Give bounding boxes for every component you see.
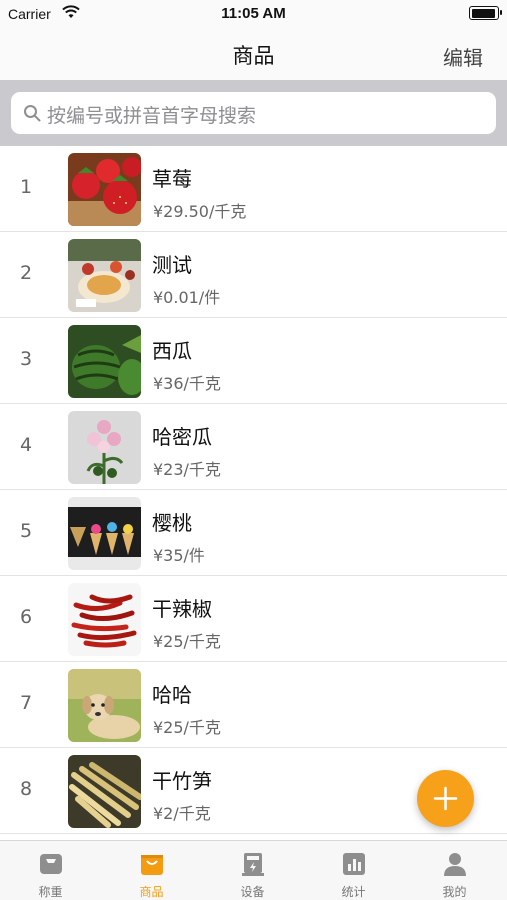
tab-label: 商品 bbox=[139, 885, 164, 899]
bag-icon bbox=[141, 855, 163, 875]
tab-label: 我的 bbox=[442, 885, 467, 899]
navigation-bar: 商品 编辑 bbox=[0, 28, 507, 80]
product-index: 3 bbox=[19, 348, 33, 370]
product-name: 干辣椒 bbox=[152, 597, 212, 621]
product-price: ¥36/千克 bbox=[153, 374, 221, 393]
tab-statistics[interactable]: 统计 bbox=[303, 841, 404, 900]
product-name: 西瓜 bbox=[152, 339, 192, 363]
product-index: 4 bbox=[19, 434, 33, 456]
product-index: 1 bbox=[19, 176, 33, 198]
add-product-button[interactable] bbox=[417, 770, 474, 827]
product-name: 干竹笋 bbox=[152, 769, 212, 793]
product-price: ¥25/千克 bbox=[153, 632, 221, 651]
product-row[interactable]: 6 干辣椒 ¥25/千克 bbox=[0, 576, 507, 662]
product-price: ¥25/千克 bbox=[153, 718, 221, 737]
product-image-dog bbox=[68, 669, 141, 742]
device-icon bbox=[242, 853, 264, 876]
product-row[interactable]: 5 樱桃 ¥35/件 bbox=[0, 490, 507, 576]
product-row[interactable]: 3 西瓜 ¥36/千克 bbox=[0, 318, 507, 404]
product-name: 哈密瓜 bbox=[152, 425, 212, 449]
product-price: ¥23/千克 bbox=[153, 460, 221, 479]
person-icon bbox=[444, 853, 466, 876]
search-area: 按编号或拼音首字母搜索 bbox=[0, 80, 507, 146]
page-title: 商品 bbox=[232, 44, 275, 68]
product-row[interactable]: 4 哈密瓜 ¥23/千克 bbox=[0, 404, 507, 490]
battery-icon bbox=[469, 6, 502, 20]
scale-icon bbox=[40, 854, 62, 874]
product-image-strawberries bbox=[68, 153, 141, 226]
status-time: 11:05 AM bbox=[221, 5, 286, 22]
edit-button[interactable]: 编辑 bbox=[443, 42, 483, 71]
product-row[interactable]: 1 草莓 ¥29.50/千克 bbox=[0, 146, 507, 232]
product-price: ¥29.50/千克 bbox=[153, 202, 247, 221]
product-image-watermelons bbox=[68, 325, 141, 398]
chart-icon bbox=[343, 853, 365, 875]
tab-label: 设备 bbox=[240, 885, 265, 899]
product-index: 5 bbox=[19, 520, 33, 542]
tab-bar: 称重 商品 设备 统计 我的 bbox=[0, 840, 507, 900]
search-placeholder: 按编号或拼音首字母搜索 bbox=[47, 105, 257, 127]
tab-weighing[interactable]: 称重 bbox=[0, 841, 101, 900]
product-index: 2 bbox=[19, 262, 33, 284]
product-image-food-plates bbox=[68, 239, 141, 312]
product-name: 草莓 bbox=[152, 167, 192, 191]
tab-mine[interactable]: 我的 bbox=[404, 841, 505, 900]
product-list[interactable]: 1 草莓 ¥29.50/千克 2 测试 ¥0.01/件 3 西瓜 ¥36/千克 … bbox=[0, 146, 507, 840]
search-icon bbox=[24, 105, 41, 122]
tab-products[interactable]: 商品 bbox=[101, 841, 202, 900]
tab-label: 统计 bbox=[341, 885, 366, 899]
product-name: 哈哈 bbox=[152, 683, 192, 707]
product-row[interactable]: 2 测试 ¥0.01/件 bbox=[0, 232, 507, 318]
product-price: ¥2/千克 bbox=[153, 804, 211, 823]
product-name: 樱桃 bbox=[152, 511, 192, 535]
product-image-flowers bbox=[68, 411, 141, 484]
product-image-dried-chilies bbox=[68, 583, 141, 656]
product-price: ¥0.01/件 bbox=[153, 288, 221, 307]
tab-devices[interactable]: 设备 bbox=[202, 841, 303, 900]
product-index: 7 bbox=[19, 692, 33, 714]
product-price: ¥35/件 bbox=[153, 546, 205, 565]
product-name: 测试 bbox=[152, 253, 192, 277]
product-row[interactable]: 7 哈哈 ¥25/千克 bbox=[0, 662, 507, 748]
tab-label: 称重 bbox=[38, 885, 63, 899]
product-index: 8 bbox=[19, 778, 33, 800]
product-image-ice-cream-cones bbox=[68, 497, 141, 570]
status-bar: Carrier 11:05 AM bbox=[0, 0, 507, 28]
search-input[interactable]: 按编号或拼音首字母搜索 bbox=[11, 92, 496, 134]
product-index: 6 bbox=[19, 606, 33, 628]
plus-icon bbox=[433, 786, 458, 811]
product-image-dried-bamboo-shoots bbox=[68, 755, 141, 828]
